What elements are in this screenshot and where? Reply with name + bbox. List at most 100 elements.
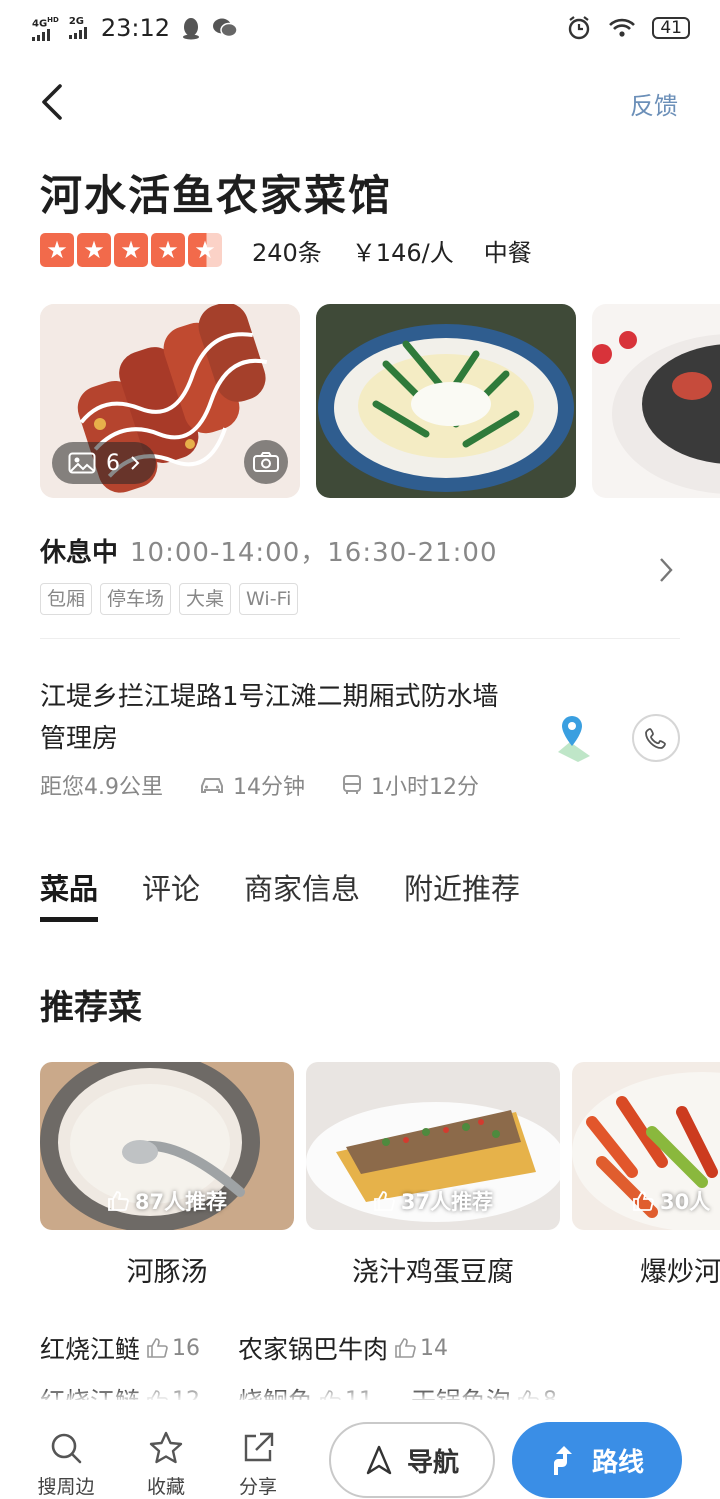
divider [40,638,680,639]
dish-list-name: 农家锅巴牛肉 [238,1335,389,1364]
dish-name: 河豚汤 [126,1257,208,1288]
search-nearby-label: 搜周边 [37,1476,95,1498]
chevron-right-icon[interactable] [658,556,674,584]
dish-list-count: 14 [420,1335,449,1361]
network-label-1: 4G [32,18,48,30]
review-count[interactable]: 240条 [252,233,322,268]
tab-dishes[interactable]: 菜品 [40,866,99,922]
share-label: 分享 [238,1476,277,1498]
route-button[interactable]: 路线 [512,1422,682,1498]
wifi-icon [609,18,636,37]
section-title: 推荐菜 [40,988,142,1028]
recommend-count-badge: 87人推荐 [40,1186,294,1216]
share-button[interactable]: 分享 [218,1430,298,1499]
food-photo-2[interactable] [316,304,576,498]
navigate-label: 导航 [406,1447,459,1478]
facility-tag: Wi-Fi [239,583,299,615]
dish-list-name: 红烧江鲢 [40,1335,141,1364]
photo-count-badge[interactable]: 6 [52,442,156,484]
signal-2g-icon: 2G [68,16,87,39]
camera-button[interactable] [244,440,288,484]
detail-tabs: 菜品 评论 商家信息 附近推荐 [40,866,520,922]
dish-image[interactable]: 37人推荐 [306,1062,560,1230]
food-photo-1[interactable]: 6 [40,304,300,498]
dish-card[interactable]: 37人推荐 浇汁鸡蛋豆腐 [306,1062,560,1289]
wechat-notification-icon [213,18,238,38]
dish-card[interactable]: 87人推荐 河豚汤 [40,1062,294,1289]
dish-name: 爆炒河 [640,1257,720,1288]
car-icon [201,778,223,793]
facility-tags: 包厢 停车场 大桌 Wi-Fi [40,583,299,615]
food-photo-3[interactable] [592,304,720,498]
tab-reviews[interactable]: 评论 [142,866,200,922]
facility-tag: 停车场 [100,583,172,615]
restaurant-name: 河水活鱼农家菜馆 [40,171,393,220]
star-rating: ★ ★ ★ ★ ★ [40,233,222,267]
dish-card[interactable]: 30人 爆炒河 [572,1062,720,1289]
tab-merchant-info[interactable]: 商家信息 [244,866,360,922]
route-icon [553,1446,572,1475]
photo-carousel[interactable]: 6 [40,304,720,500]
thumbs-up-icon [373,1191,395,1211]
network-hd-label: HD [47,15,59,24]
open-status: 休息中 [40,538,119,568]
top-nav: 反馈 [0,70,720,134]
distance: 距您4.9公里 [40,775,163,800]
recommend-count: 37人推荐 [400,1190,494,1214]
star-icon: ★ [77,233,111,267]
image-icon [68,452,96,474]
back-arrow-icon[interactable] [34,80,74,124]
star-icon: ★ [40,233,74,267]
network-label-2: 2G [68,16,85,27]
signal-4g-icon: 4GHD [32,15,59,42]
clock: 23:12 [100,14,171,42]
opening-hours: 10:00-14:00，16:30-21:00 [130,538,498,568]
drive-time-item: 14分钟 [199,769,305,801]
drive-time: 14分钟 [233,775,305,800]
thumbs-up-icon [395,1338,416,1358]
recommend-count: 87人推荐 [134,1190,228,1214]
photo-count: 6 [106,450,120,476]
favorite-button[interactable]: 收藏 [126,1430,206,1499]
price-per-person: ￥146/人 [351,238,454,267]
facility-tag: 包厢 [40,583,93,615]
dish-list-item[interactable]: 农家锅巴牛肉 14 [238,1330,448,1366]
dish-list-item[interactable]: 红烧江鲢 16 [40,1330,200,1366]
tab-nearby[interactable]: 附近推荐 [404,866,520,922]
qq-notification-icon [183,18,200,40]
camera-icon [253,452,279,472]
navigate-button[interactable]: 导航 [329,1422,495,1498]
favorite-label: 收藏 [146,1476,185,1498]
address[interactable]: 江堤乡拦江堤路1号江滩二期厢式防水墙管理房 [40,676,520,760]
call-button[interactable] [632,714,680,762]
status-left: 4GHD 2G 23:12 [32,14,238,42]
dish-image[interactable]: 87人推荐 [40,1062,294,1230]
bus-time-item: 1小时12分 [341,769,479,801]
dish-image[interactable]: 30人 [572,1062,720,1230]
half-star-icon: ★ [188,233,222,267]
alarm-icon [569,16,590,40]
thumbs-up-icon [147,1338,168,1358]
feedback-link[interactable]: 反馈 [630,86,678,121]
star-icon: ★ [114,233,148,267]
recommended-dishes[interactable]: 87人推荐 河豚汤 37人推荐 浇汁鸡蛋豆腐 30人 爆炒河 [40,1062,720,1292]
route-info: 距您4.9公里 14分钟 1小时12分 [40,770,515,800]
status-bar: 4GHD 2G 23:12 41 [0,0,720,56]
bus-icon [343,775,361,794]
map-pin-icon[interactable] [548,712,596,762]
share-icon [244,1432,274,1462]
business-hours[interactable]: 休息中 10:00-14:00，16:30-21:00 [40,532,498,569]
bottom-action-bar: 搜周边 收藏 分享 导航 路线 [0,1400,720,1499]
status-right: 41 [566,15,690,41]
search-nearby-button[interactable]: 搜周边 [26,1430,106,1499]
star-outline-icon [149,1431,183,1464]
thumbs-up-icon [633,1191,654,1211]
route-label: 路线 [591,1447,644,1478]
bus-time: 1小时12分 [371,775,479,800]
phone-icon [645,728,666,749]
battery-indicator: 41 [652,17,690,39]
star-icon: ★ [151,233,185,267]
facility-tag: 大桌 [179,583,232,615]
search-icon [51,1433,82,1464]
recommend-count: 30人 [660,1190,711,1214]
